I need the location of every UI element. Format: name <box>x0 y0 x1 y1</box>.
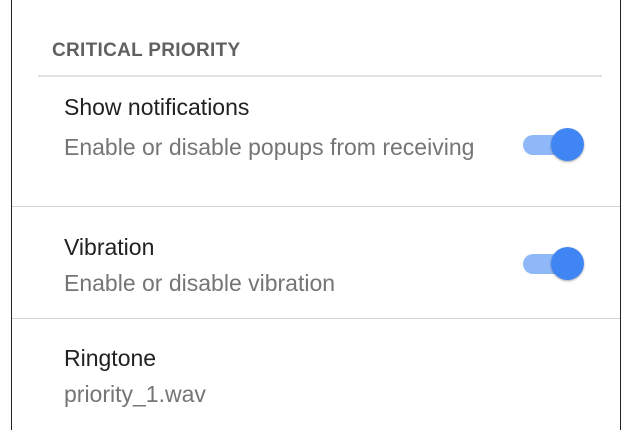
pref-title: Vibration <box>64 234 155 260</box>
switch-thumb <box>551 247 584 280</box>
pref-summary: Enable or disable vibration <box>64 270 336 296</box>
switch-thumb <box>551 128 584 161</box>
row-divider <box>12 206 620 207</box>
section-header: CRITICAL PRIORITY <box>52 40 241 61</box>
pref-title: Ringtone <box>64 345 157 371</box>
row-divider <box>12 318 620 319</box>
show-notifications-switch[interactable] <box>523 126 584 162</box>
pref-summary: priority_1.wav <box>64 381 206 407</box>
vibration-switch[interactable] <box>523 245 584 281</box>
section-divider <box>38 75 602 77</box>
pref-summary: Enable or disable popups from receiving <box>64 134 475 160</box>
pref-title: Show notifications <box>64 94 250 120</box>
